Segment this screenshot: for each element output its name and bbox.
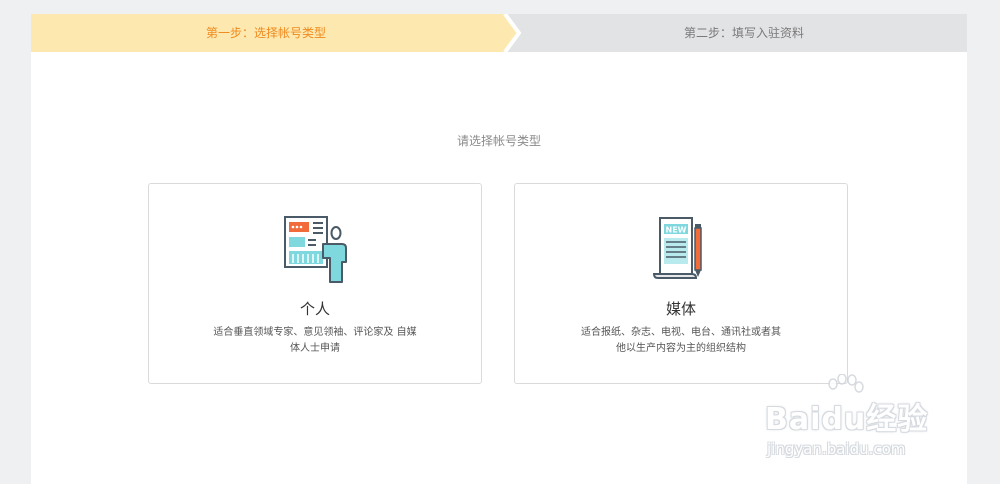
media-card-description: 适合报纸、杂志、电视、电台、通讯社或者其 他以生产内容为主的组织结构: [555, 325, 807, 357]
personal-desc-line-2: 体人士申请: [290, 343, 340, 354]
media-desc-line-2: 他以生产内容为主的组织结构: [616, 343, 746, 354]
personal-account-card[interactable]: 个人 适合垂直领域专家、意见领袖、评论家及 自媒 体人士申请: [148, 183, 482, 384]
select-account-type-prompt: 请选择帐号类型: [456, 134, 541, 148]
step-progress-bar: 第一步：选择帐号类型 第二步：填写入驻资料: [31, 14, 967, 52]
presenter-icon: [284, 216, 347, 283]
personal-card-title: 个人: [299, 300, 330, 318]
baidu-jingyan-watermark: Baidu经验 jingyan.baidu.com: [755, 374, 955, 464]
media-card-title: 媒体: [665, 300, 696, 318]
media-account-card[interactable]: NEW 媒体 适合报纸、杂志、电视、电台、通讯社或者其 他以生产内容为主的组织结…: [514, 183, 848, 384]
step-1-label: 第一步：选择帐号类型: [205, 26, 326, 40]
personal-card-description: 适合垂直领域专家、意见领袖、评论家及 自媒 体人士申请: [189, 325, 441, 357]
watermark-logo: Baidu经验: [765, 402, 929, 437]
new-label: NEW: [666, 226, 687, 235]
media-desc-line-1: 适合报纸、杂志、电视、电台、通讯社或者其: [581, 327, 781, 338]
step-2-label: 第二步：填写入驻资料: [683, 26, 804, 40]
personal-desc-line-1: 适合垂直领域专家、意见领袖、评论家及 自媒: [213, 327, 417, 338]
newspaper-icon: NEW: [652, 217, 702, 279]
watermark-url: jingyan.baidu.com: [767, 440, 906, 458]
